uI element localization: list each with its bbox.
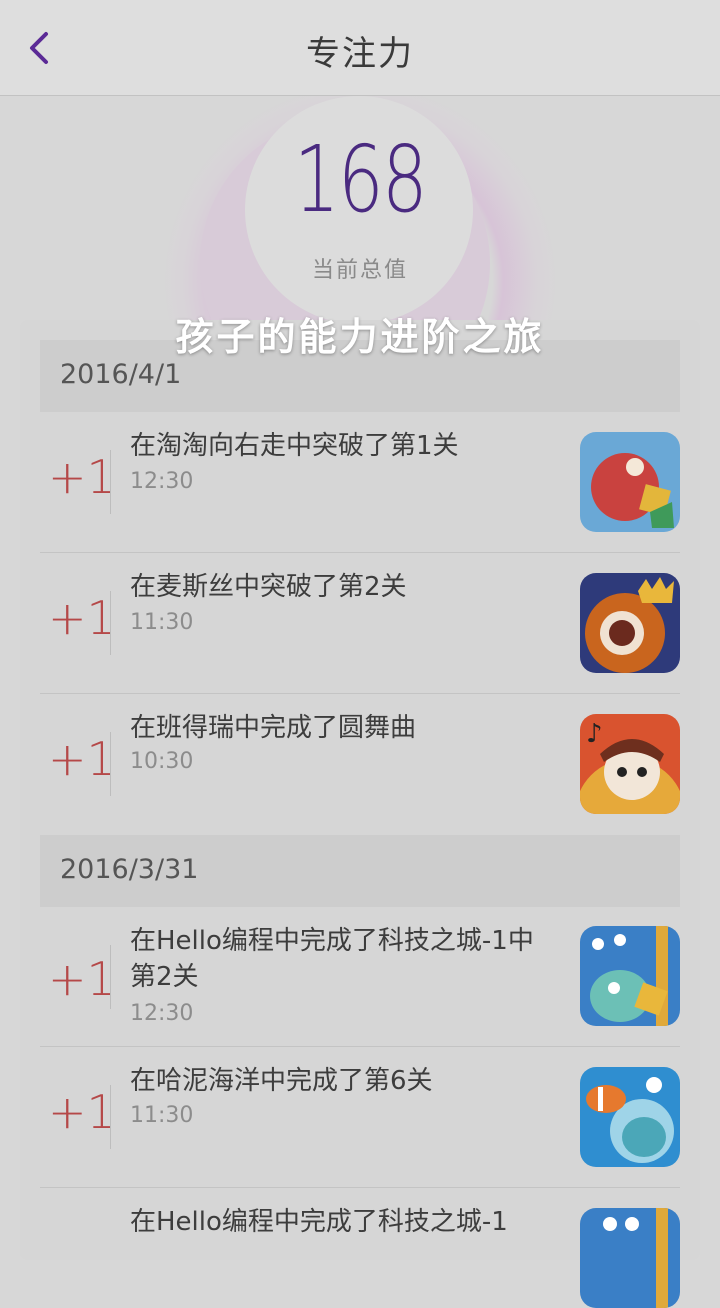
score-delta: +1 bbox=[48, 1085, 116, 1139]
divider bbox=[110, 945, 111, 1009]
score-delta: +1 bbox=[48, 952, 116, 1006]
monster-crown-game-icon[interactable] bbox=[580, 573, 680, 673]
item-time: 10:30 bbox=[130, 749, 194, 774]
svg-text:♪: ♪ bbox=[586, 719, 603, 749]
score-delta: +1 bbox=[48, 732, 116, 786]
item-time: 11:30 bbox=[130, 1103, 194, 1128]
list-item[interactable]: +1 在班得瑞中完成了圆舞曲 10:30 ♪ bbox=[40, 694, 680, 835]
item-time: 11:30 bbox=[130, 610, 194, 635]
list-item[interactable]: +1 在哈泥海洋中完成了第6关 11:30 bbox=[40, 1047, 680, 1188]
total-score-value: 168 bbox=[293, 126, 428, 233]
app-header: 专注力 bbox=[0, 0, 720, 96]
page-title: 专注力 bbox=[306, 34, 414, 74]
item-title: 在淘淘向右走中突破了第1关 bbox=[130, 431, 459, 461]
divider bbox=[110, 591, 111, 655]
item-title: 在哈泥海洋中完成了第6关 bbox=[130, 1066, 433, 1096]
total-score-label: 当前总值 bbox=[311, 258, 408, 283]
music-character-game-icon[interactable]: ♪ bbox=[580, 714, 680, 814]
divider bbox=[110, 732, 111, 796]
item-title: 在班得瑞中完成了圆舞曲 bbox=[130, 713, 417, 743]
item-time: 12:30 bbox=[130, 469, 194, 494]
divider bbox=[110, 450, 111, 514]
list-item[interactable]: 在Hello编程中完成了科技之城-1 bbox=[40, 1188, 680, 1308]
score-delta: +1 bbox=[48, 591, 116, 645]
coding-robot-game-icon[interactable] bbox=[580, 926, 680, 1026]
date-label: 2016/3/31 bbox=[60, 854, 199, 885]
score-delta: +1 bbox=[48, 450, 116, 504]
item-title: 在Hello编程中完成了科技之城-1 bbox=[130, 1207, 508, 1237]
item-title: 在Hello编程中完成了科技之城-1中第2关 bbox=[130, 926, 534, 992]
coding-robot-game-icon[interactable] bbox=[580, 1208, 680, 1308]
list-item[interactable]: +1 在麦斯丝中突破了第2关 11:30 bbox=[40, 553, 680, 694]
item-title: 在麦斯丝中突破了第2关 bbox=[130, 572, 407, 602]
list-item[interactable]: +1 在Hello编程中完成了科技之城-1中第2关 12:30 bbox=[40, 907, 680, 1047]
dragon-game-icon[interactable] bbox=[580, 432, 680, 532]
slogan-overlay: 孩子的能力进阶之旅 bbox=[175, 315, 545, 359]
date-label: 2016/4/1 bbox=[60, 359, 182, 390]
score-hero: 168 当前总值 bbox=[0, 96, 720, 326]
divider bbox=[110, 1085, 111, 1149]
ocean-fish-game-icon[interactable] bbox=[580, 1067, 680, 1167]
list-item[interactable]: +1 在淘淘向右走中突破了第1关 12:30 bbox=[40, 412, 680, 553]
item-time: 12:30 bbox=[130, 1001, 194, 1026]
date-header: 2016/3/31 bbox=[40, 835, 680, 907]
